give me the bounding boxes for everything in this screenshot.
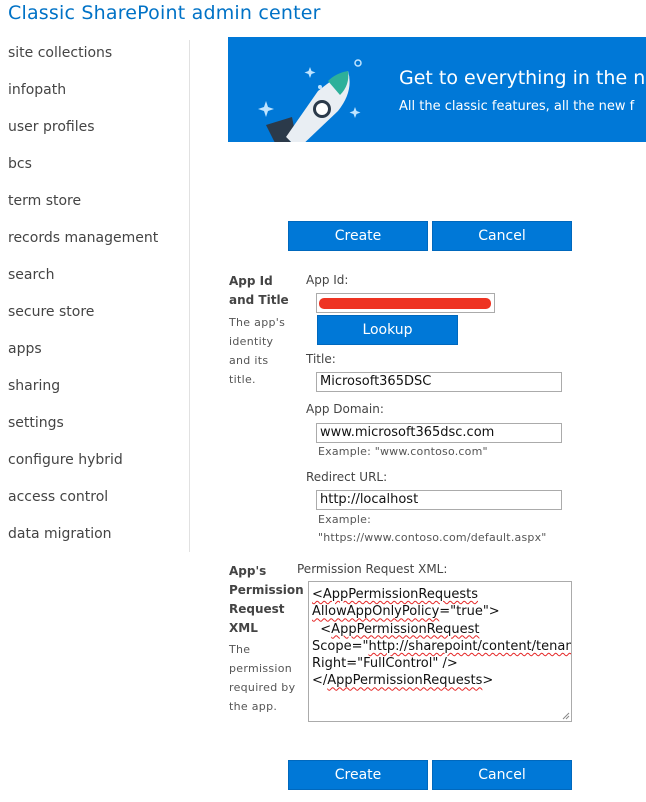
app-domain-label: App Domain: [306,402,384,416]
title-label: Title: [306,352,336,366]
sidebar-item-search[interactable]: search [8,267,55,283]
sidebar-item-settings[interactable]: settings [8,415,64,431]
resize-grip-icon[interactable] [561,711,570,720]
redirect-url-input[interactable]: http://localhost [316,490,562,510]
xml-text: http://sharepoint/content/tenant [368,638,572,654]
page-title: Classic SharePoint admin center [8,2,321,24]
sidebar-item-sharing[interactable]: sharing [8,378,60,394]
banner-heading: Get to everything in the ne [399,67,646,89]
create-button-bottom[interactable]: Create [288,760,428,790]
banner-subtext: All the classic features, all the new f [399,99,635,114]
app-id-input[interactable] [316,293,495,313]
section-desc-identity: The app's identity and its title. [229,316,286,386]
redirect-url-example-value: "https://www.contoso.com/default.aspx" [318,531,547,544]
xml-text: Scope=" [312,638,369,654]
sidebar-item-infopath[interactable]: infopath [8,82,66,98]
app-id-label: App Id: [306,273,349,287]
xml-text: Right="FullControl" /> [312,656,458,672]
xml-line: Scope="http://sharepoint/content/tenant" [312,638,571,655]
xml-text: </ [312,673,328,689]
sidebar-item-records-management[interactable]: records management [8,230,158,246]
redirect-url-label: Redirect URL: [306,470,388,484]
promo-banner[interactable]: Get to everything in the ne All the clas… [228,37,646,142]
lookup-button[interactable]: Lookup [317,315,458,345]
redaction-mark [319,298,491,309]
xml-text: AllowAppOnlyPolicy [312,604,440,620]
xml-line: <AppPermissionRequest [312,621,568,638]
app-domain-input[interactable]: www.microsoft365dsc.com [316,423,562,443]
xml-text: AppPermissionRequest [331,621,480,637]
sidebar-item-configure-hybrid[interactable]: configure hybrid [8,452,123,468]
sidebar-nav: site collections infopath user profiles … [0,40,190,552]
xml-line: AllowAppOnlyPolicy="true"> [312,603,568,620]
section-title-permission: App's Permission Request XML [229,564,304,635]
rocket-icon [258,59,362,142]
sidebar-item-user-profiles[interactable]: user profiles [8,119,95,135]
sidebar-item-secure-store[interactable]: secure store [8,304,94,320]
app-domain-example: Example: "www.contoso.com" [318,445,488,458]
xml-text: AppPermissionRequests [327,673,483,689]
xml-text: ="true"> [439,604,500,620]
sidebar-item-term-store[interactable]: term store [8,193,81,209]
cancel-button-top[interactable]: Cancel [432,221,572,251]
xml-line: </AppPermissionRequests> [312,672,568,689]
sidebar-item-site-collections[interactable]: site collections [8,45,112,61]
permission-xml-label: Permission Request XML: [297,562,448,576]
create-button-top[interactable]: Create [288,221,428,251]
title-input[interactable]: Microsoft365DSC [316,372,562,392]
xml-line: <AppPermissionRequests [312,586,568,603]
xml-text: <AppPermissionRequests [312,587,478,602]
xml-text: < [312,621,332,637]
permission-xml-textarea[interactable]: <AppPermissionRequests AllowAppOnlyPolic… [308,581,572,722]
sidebar-item-bcs[interactable]: bcs [8,156,32,172]
sidebar-item-access-control[interactable]: access control [8,489,108,505]
section-desc-permission: The permission required by the app. [229,643,296,713]
cancel-button-bottom[interactable]: Cancel [432,760,572,790]
redirect-url-example-label: Example: [318,513,372,526]
xml-line: Right="FullControl" /> [312,655,568,672]
xml-text: > [482,673,494,689]
sidebar-item-apps[interactable]: apps [8,341,42,357]
sidebar-item-data-migration[interactable]: data migration [8,526,112,542]
section-title-identity: App Id and Title [229,274,289,307]
